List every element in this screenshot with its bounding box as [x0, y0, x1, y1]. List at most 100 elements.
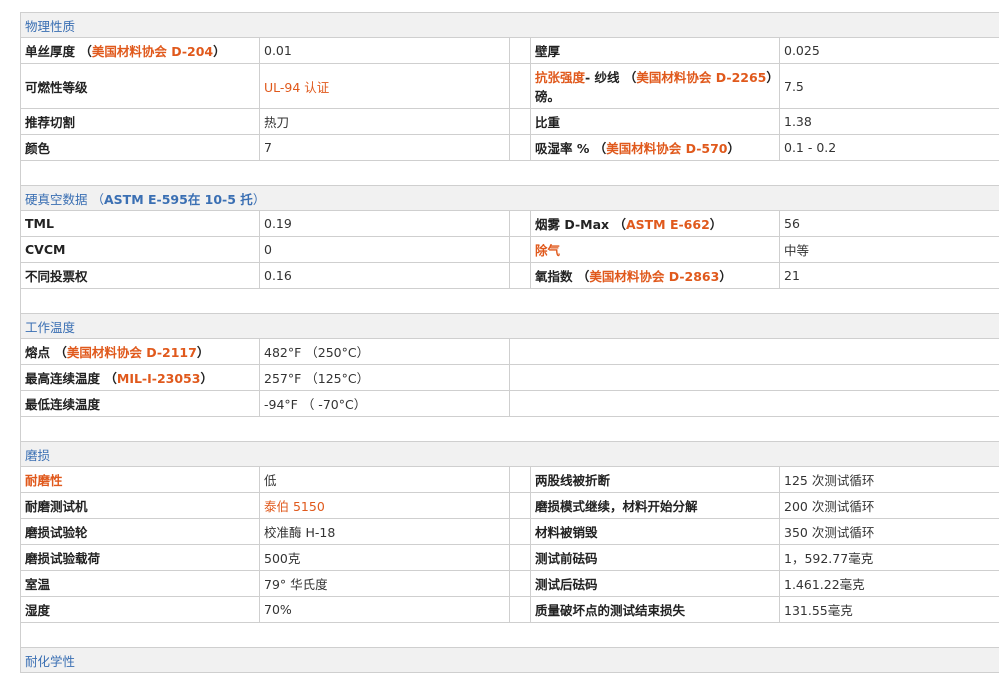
- property-label: 材料被销毁: [531, 519, 780, 545]
- table-row: 最高连续温度 （MIL-I-23053） 257°F （125°C）: [21, 365, 999, 391]
- spacer-row: [21, 623, 999, 648]
- spacer-row: [21, 417, 999, 442]
- property-value: 257°F （125°C）: [260, 365, 510, 391]
- standard-link[interactable]: 美国材料协会 D-570: [606, 141, 727, 156]
- table-row: 磨损试验载荷 500克 测试前砝码 1，592.77毫克: [21, 545, 999, 571]
- spec-table: 物理性质 单丝厚度 （美国材料协会 D-204） 0.01 壁厚 0.025 可…: [20, 12, 999, 673]
- property-label: 单丝厚度: [25, 44, 75, 59]
- property-value: 482°F （250°C）: [260, 339, 510, 365]
- property-label: CVCM: [21, 237, 260, 263]
- property-label-link[interactable]: 抗张强度: [535, 70, 585, 85]
- table-row: 室温 79° 华氏度 测试后砝码 1.461.22毫克: [21, 571, 999, 597]
- property-value: 70%: [260, 597, 510, 623]
- property-label: 最高连续温度: [25, 371, 100, 386]
- property-label: 耐磨测试机: [21, 493, 260, 519]
- property-value: 0.01: [260, 38, 510, 64]
- property-value: 0.1 - 0.2: [780, 135, 999, 161]
- standard-link[interactable]: ASTM E-595在 10-5 托: [104, 192, 253, 207]
- section-header-vacuum: 硬真空数据 （ASTM E-595在 10-5 托）: [21, 186, 999, 211]
- property-value: 7: [260, 135, 510, 161]
- table-row: 最低连续温度 -94°F （ -70°C）: [21, 391, 999, 417]
- property-value: 1.38: [780, 109, 999, 135]
- standard-link[interactable]: MIL-I-23053: [117, 371, 201, 386]
- property-label: 可燃性等级: [21, 64, 260, 109]
- property-value: 79° 华氏度: [260, 571, 510, 597]
- property-label: 磨损试验载荷: [21, 545, 260, 571]
- property-label: TML: [21, 211, 260, 237]
- property-value-link[interactable]: UL-94 认证: [260, 64, 510, 109]
- table-row: 耐磨测试机 泰伯 5150 磨损模式继续，材料开始分解 200 次测试循环: [21, 493, 999, 519]
- section-header-chemical: 耐化学性: [21, 648, 999, 673]
- property-label: 两股线被折断: [531, 467, 780, 493]
- spacer-row: [21, 161, 999, 186]
- property-value: 56: [780, 211, 999, 237]
- standard-link[interactable]: 美国材料协会 D-2265: [636, 70, 766, 85]
- property-label: 氧指数: [535, 269, 573, 284]
- table-row: 耐磨性 低 两股线被折断 125 次测试循环: [21, 467, 999, 493]
- property-value: 热刀: [260, 109, 510, 135]
- table-row: 可燃性等级 UL-94 认证 抗张强度- 纱线 （美国材料协会 D-2265）磅…: [21, 64, 999, 109]
- property-label: 烟雾 D-Max: [535, 217, 609, 232]
- property-value: 350 次测试循环: [780, 519, 999, 545]
- standard-link[interactable]: ASTM E-662: [626, 217, 710, 232]
- property-value: 21: [780, 263, 999, 289]
- property-value: -94°F （ -70°C）: [260, 391, 510, 417]
- section-header-temperature: 工作温度: [21, 314, 999, 339]
- section-title: 磨损: [21, 442, 999, 467]
- property-label: 磨损模式继续，材料开始分解: [531, 493, 780, 519]
- property-value: 0.025: [780, 38, 999, 64]
- property-label: 颜色: [21, 135, 260, 161]
- table-row: 湿度 70% 质量破坏点的测试结束损失 131.55毫克: [21, 597, 999, 623]
- property-value: 125 次测试循环: [780, 467, 999, 493]
- property-label: 湿度: [21, 597, 260, 623]
- section-title: 工作温度: [21, 314, 999, 339]
- section-header-physical: 物理性质: [21, 13, 999, 38]
- property-label: 测试前砝码: [531, 545, 780, 571]
- section-title: 耐化学性: [21, 648, 999, 673]
- property-label: 室温: [21, 571, 260, 597]
- property-value: 0: [260, 237, 510, 263]
- table-row: TML 0.19 烟雾 D-Max （ASTM E-662） 56: [21, 211, 999, 237]
- property-label: 壁厚: [531, 38, 780, 64]
- property-value: 校准酶 H-18: [260, 519, 510, 545]
- property-label: - 纱线: [585, 70, 620, 85]
- table-row: 推荐切割 热刀 比重 1.38: [21, 109, 999, 135]
- section-title: 物理性质: [21, 13, 999, 38]
- property-label: 磨损试验轮: [21, 519, 260, 545]
- property-label: 最低连续温度: [21, 391, 260, 417]
- property-unit: 磅。: [535, 89, 560, 104]
- property-label: 比重: [531, 109, 780, 135]
- standard-link[interactable]: 美国材料协会 D-2863: [589, 269, 719, 284]
- property-value: 0.19: [260, 211, 510, 237]
- standard-link[interactable]: 美国材料协会 D-2117: [67, 345, 197, 360]
- standard-link[interactable]: 美国材料协会 D-204: [92, 44, 213, 59]
- section-title: 硬真空数据: [25, 192, 88, 207]
- spacer-row: [21, 289, 999, 314]
- property-value: 1，592.77毫克: [780, 545, 999, 571]
- property-value-link[interactable]: 泰伯 5150: [260, 493, 510, 519]
- table-row: CVCM 0 除气 中等: [21, 237, 999, 263]
- property-value: 中等: [780, 237, 999, 263]
- table-row: 不同投票权 0.16 氧指数 （美国材料协会 D-2863） 21: [21, 263, 999, 289]
- table-row: 单丝厚度 （美国材料协会 D-204） 0.01 壁厚 0.025: [21, 38, 999, 64]
- property-value: 7.5: [780, 64, 999, 109]
- property-label: 熔点: [25, 345, 50, 360]
- property-value: 0.16: [260, 263, 510, 289]
- table-row: 熔点 （美国材料协会 D-2117） 482°F （250°C）: [21, 339, 999, 365]
- property-label: 不同投票权: [21, 263, 260, 289]
- table-row: 颜色 7 吸湿率 % （美国材料协会 D-570） 0.1 - 0.2: [21, 135, 999, 161]
- property-value: 500克: [260, 545, 510, 571]
- section-header-abrasion: 磨损: [21, 442, 999, 467]
- property-label-link[interactable]: 耐磨性: [25, 473, 63, 488]
- property-label: 测试后砝码: [531, 571, 780, 597]
- property-label-link[interactable]: 除气: [535, 243, 560, 258]
- spec-sheet: 物理性质 单丝厚度 （美国材料协会 D-204） 0.01 壁厚 0.025 可…: [20, 12, 999, 673]
- property-label: 推荐切割: [21, 109, 260, 135]
- property-value: 1.461.22毫克: [780, 571, 999, 597]
- property-value: 低: [260, 467, 510, 493]
- property-label: 质量破坏点的测试结束损失: [531, 597, 780, 623]
- table-row: 磨损试验轮 校准酶 H-18 材料被销毁 350 次测试循环: [21, 519, 999, 545]
- property-value: 131.55毫克: [780, 597, 999, 623]
- property-label: 吸湿率 %: [535, 141, 589, 156]
- property-value: 200 次测试循环: [780, 493, 999, 519]
